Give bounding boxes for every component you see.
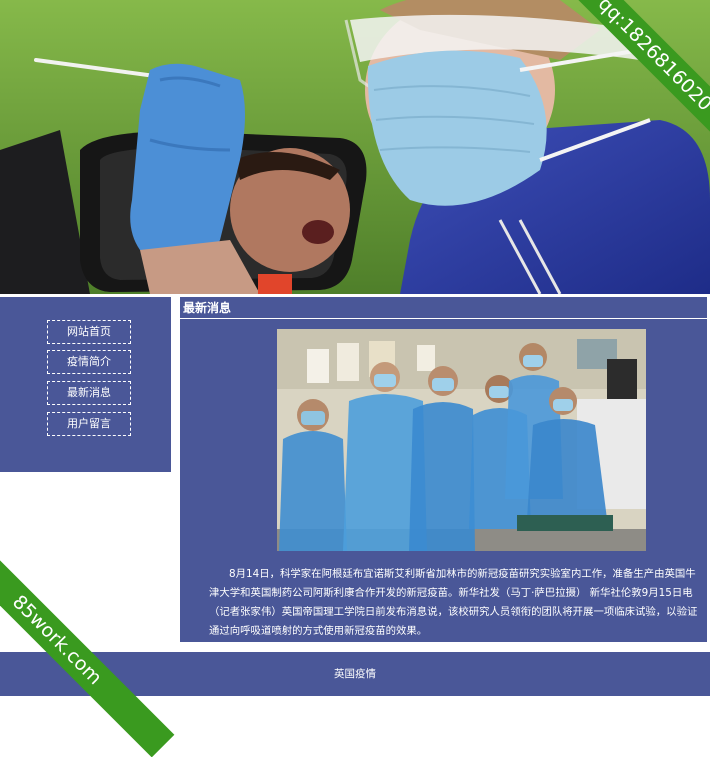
page-title: 最新消息: [180, 297, 707, 319]
banner-image: [0, 0, 710, 294]
news-article-text: 8月14日，科学家在阿根廷布宜诺斯艾利斯省加林市的新冠疫苗研究实验室内工作，准备…: [209, 568, 698, 637]
footer-text: 英国疫情: [334, 668, 376, 680]
nav-item-home[interactable]: 网站首页: [47, 320, 131, 344]
news-photo: [277, 329, 646, 551]
site-ribbon: 85work.com: [0, 522, 175, 757]
nav-item-user-messages[interactable]: 用户留言: [47, 412, 131, 436]
sidebar-nav: 网站首页 疫情简介 最新消息 用户留言: [0, 297, 171, 472]
nav-item-latest-news[interactable]: 最新消息: [47, 381, 131, 405]
nav-item-introduction[interactable]: 疫情简介: [47, 350, 131, 374]
news-panel: 最新消息 8月14日，科学家在阿根廷布宜诺斯艾利斯省加林市的新冠疫苗研究实验室内…: [180, 297, 707, 642]
